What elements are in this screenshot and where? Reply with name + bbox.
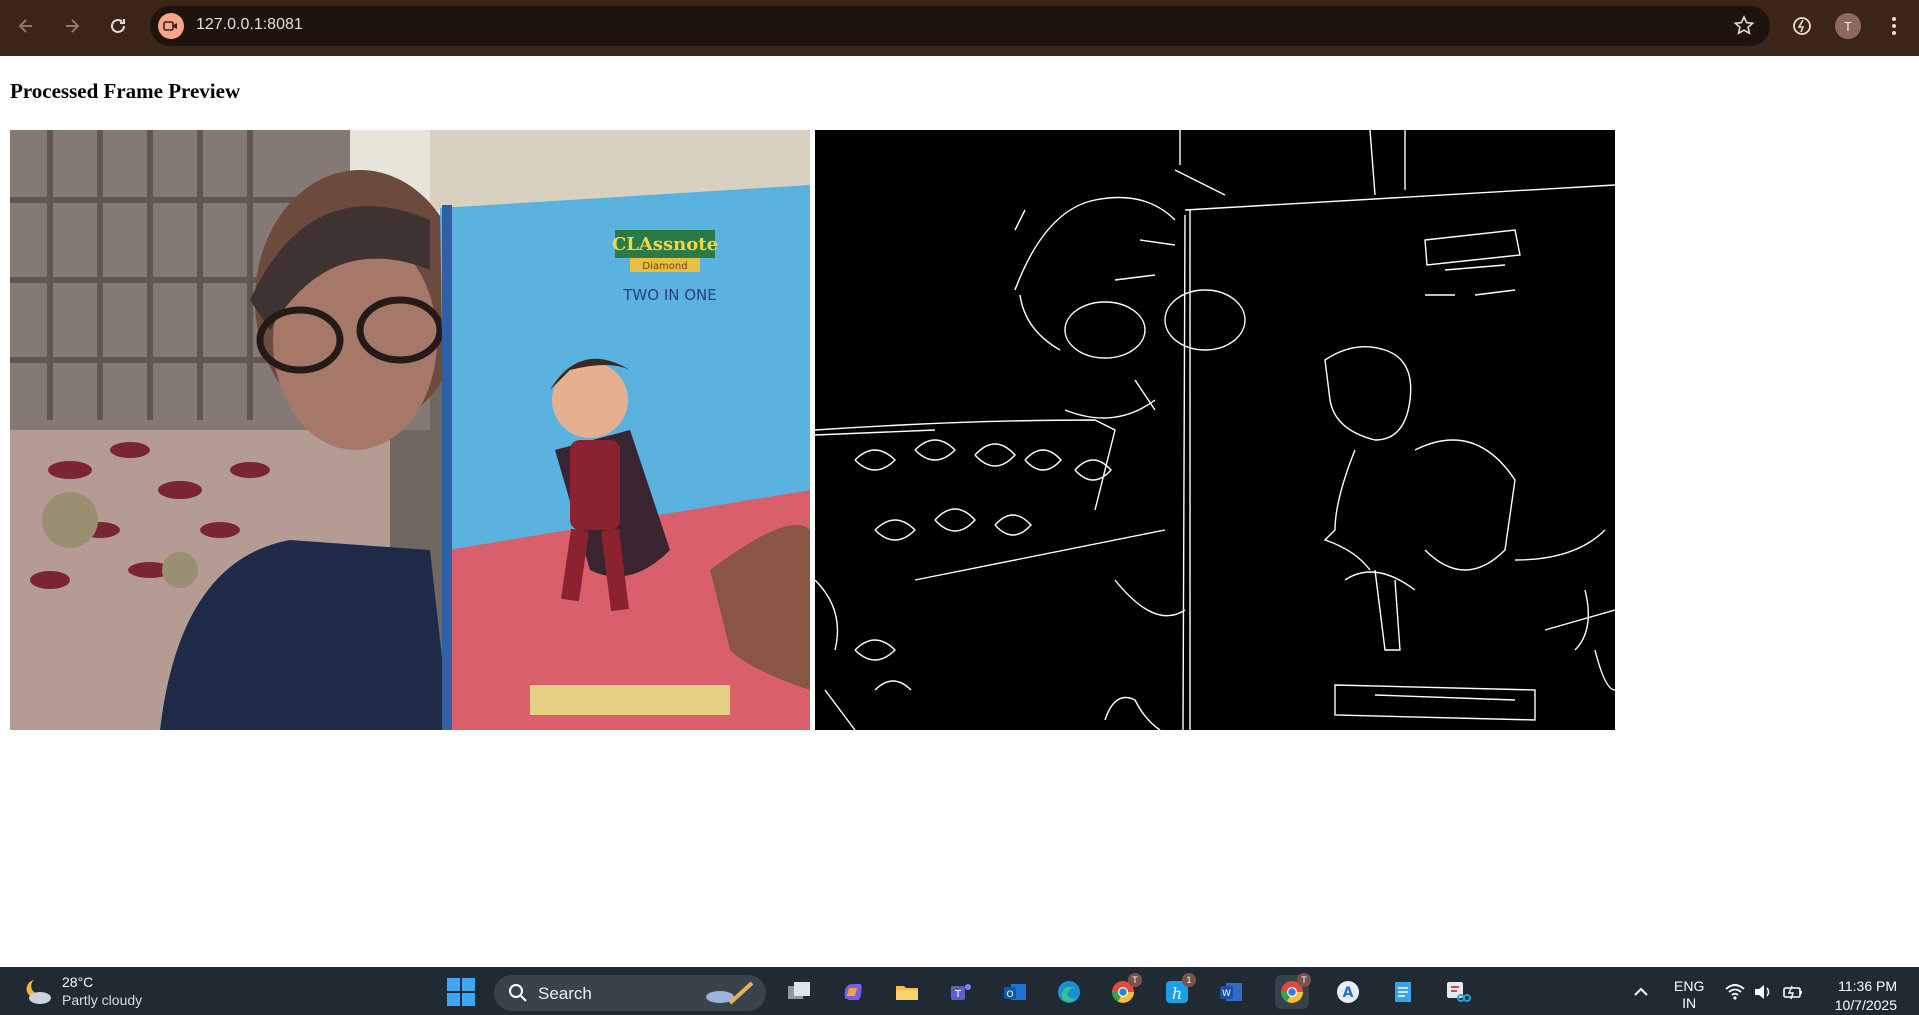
search-label: Search — [538, 984, 592, 1003]
reload-icon[interactable] — [104, 12, 132, 40]
svg-text:Diamond: Diamond — [642, 261, 687, 272]
battery-icon[interactable] — [1782, 981, 1804, 1003]
extension-icon[interactable] — [1788, 12, 1816, 40]
forward-arrow-icon[interactable] — [58, 12, 86, 40]
h-app-badge: 1 — [1182, 973, 1196, 987]
profile-avatar[interactable]: T — [1835, 13, 1861, 39]
weather-widget[interactable]: 28°C Partly cloudy — [20, 973, 142, 1009]
svg-text:A: A — [1343, 985, 1354, 1001]
clock-time: 11:36 PM — [1838, 978, 1897, 994]
volume-icon[interactable] — [1752, 981, 1774, 1003]
clock-date: 10/7/2025 — [1834, 997, 1897, 1013]
svg-text:h: h — [1172, 984, 1182, 1003]
svg-text:W: W — [1222, 989, 1231, 999]
language-indicator[interactable]: ENG IN — [1674, 978, 1704, 1012]
weather-description: Partly cloudy — [62, 992, 143, 1008]
word-icon[interactable]: W — [1214, 975, 1248, 1009]
chrome-active-badge: T — [1297, 973, 1311, 987]
svg-text:TWO IN ONE: TWO IN ONE — [622, 286, 717, 304]
back-arrow-icon[interactable] — [12, 12, 40, 40]
camera-icon[interactable] — [158, 13, 184, 39]
browser-toolbar: 127.0.0.1:8081 T — [0, 0, 1919, 56]
language-code: ENG — [1674, 978, 1705, 994]
system-clock[interactable]: 11:36 PM 10/7/2025 — [1835, 977, 1897, 1015]
chrome-active-icon[interactable]: T — [1275, 973, 1311, 1009]
task-view-icon[interactable] — [782, 975, 816, 1009]
chrome-badge: T — [1128, 973, 1142, 987]
wifi-icon[interactable] — [1724, 981, 1746, 1003]
chrome-icon[interactable]: T — [1106, 973, 1142, 1009]
snipping-tool-icon[interactable] — [1440, 975, 1474, 1009]
chevron-up-icon[interactable] — [1630, 981, 1652, 1003]
search-icon — [509, 984, 527, 1002]
search-highlight-icon — [706, 981, 754, 1005]
taskbar-search[interactable]: Search — [494, 975, 766, 1011]
svg-text:CLAssnote: CLAssnote — [612, 234, 718, 255]
weather-temperature: 28°C — [62, 974, 94, 990]
address-bar[interactable]: 127.0.0.1:8081 — [150, 6, 1770, 46]
notepad-icon[interactable] — [1386, 975, 1420, 1009]
svg-text:O: O — [1006, 990, 1013, 1000]
star-icon[interactable] — [1732, 14, 1756, 38]
original-frame: CLAssnote Diamond TWO IN ONE — [10, 130, 810, 730]
teams-icon[interactable]: T — [944, 975, 978, 1009]
app-a-icon[interactable]: A — [1331, 975, 1365, 1009]
edge-detected-frame — [815, 130, 1615, 730]
windows-taskbar: 28°C Partly cloudy Search T O T h 1 W T … — [0, 967, 1919, 1015]
kebab-menu-icon[interactable] — [1880, 12, 1908, 40]
svg-text:T: T — [954, 989, 962, 1000]
folder-icon[interactable] — [890, 975, 924, 1009]
windows-start-icon[interactable] — [446, 977, 476, 1007]
outlook-icon[interactable]: O — [998, 975, 1032, 1009]
copilot-icon[interactable] — [836, 975, 870, 1009]
url-text[interactable]: 127.0.0.1:8081 — [196, 16, 303, 34]
partly-cloudy-moon-icon — [26, 980, 51, 1004]
h-app-icon[interactable]: h 1 — [1160, 973, 1196, 1009]
region-code: IN — [1682, 995, 1697, 1011]
edge-icon[interactable] — [1052, 975, 1086, 1009]
page-title: Processed Frame Preview — [10, 79, 241, 103]
